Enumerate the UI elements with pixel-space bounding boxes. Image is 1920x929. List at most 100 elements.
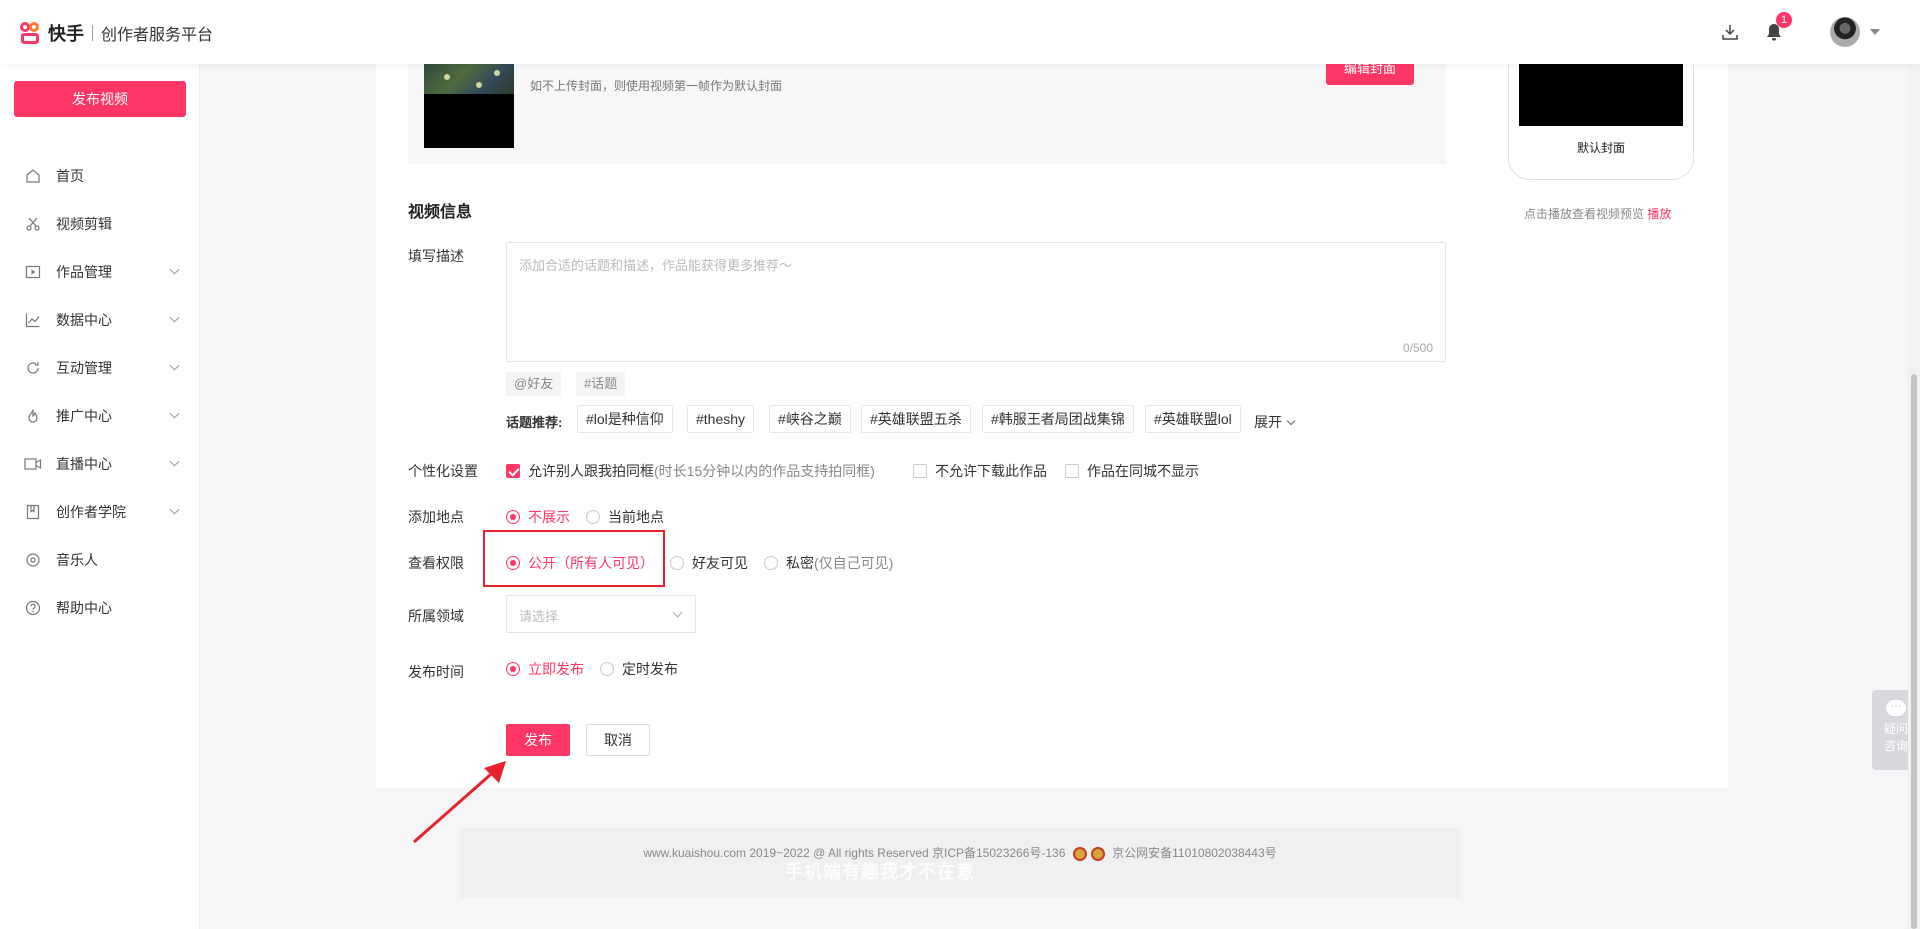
- sidebar-item-promotion[interactable]: 推广中心: [0, 392, 200, 440]
- publish-video-button[interactable]: 发布视频: [14, 81, 186, 117]
- bell-icon[interactable]: 1: [1758, 12, 1792, 48]
- sidebar-nav: 首页 视频剪辑 作品管理 数据中心 互动管理 推广中心 直播中心 创作者学院 音…: [0, 152, 200, 632]
- sidebar-item-help[interactable]: 帮助中心: [0, 584, 200, 632]
- radio[interactable]: [600, 662, 614, 676]
- music-disc-icon: [24, 551, 42, 569]
- sidebar-item-interaction[interactable]: 互动管理: [0, 344, 200, 392]
- chevron-down-icon: [169, 504, 180, 515]
- radio-selected[interactable]: [506, 510, 520, 524]
- camera-icon: [24, 455, 42, 473]
- location-current-label: 当前地点: [608, 509, 664, 525]
- sidebar-item-label: 帮助中心: [56, 600, 112, 616]
- chevron-down-icon[interactable]: [1870, 29, 1880, 35]
- recommended-topic-tag[interactable]: #英雄联盟五杀: [861, 405, 971, 433]
- cancel-button[interactable]: 取消: [586, 724, 650, 756]
- scrollbar-thumb[interactable]: [1911, 374, 1917, 929]
- play-box-icon: [24, 263, 42, 281]
- chevron-down-icon: [169, 456, 180, 467]
- publish-now-label: 立即发布: [528, 661, 584, 677]
- chevron-down-icon: [169, 264, 180, 275]
- game-screenshot: [424, 64, 514, 94]
- add-topic-button[interactable]: #话题: [576, 372, 626, 396]
- radio[interactable]: [586, 510, 600, 524]
- sidebar-item-academy[interactable]: 创作者学院: [0, 488, 200, 536]
- recommended-topic-tag[interactable]: #英雄联盟lol: [1145, 405, 1241, 433]
- recommended-topic-tag[interactable]: #峡谷之巅: [769, 405, 851, 433]
- preview-tip: 点击播放查看视频预览 播放: [1524, 205, 1671, 222]
- cover-thumbnail[interactable]: [424, 64, 514, 148]
- checkbox[interactable]: [1065, 464, 1079, 478]
- location-current-radio[interactable]: 当前地点: [586, 507, 664, 527]
- checkbox-checked[interactable]: [506, 464, 520, 478]
- sidebar: 发布视频 首页 视频剪辑 作品管理 数据中心 互动管理 推广中心 直播中心 创作…: [0, 64, 200, 929]
- sidebar-item-data[interactable]: 数据中心: [0, 296, 200, 344]
- chart-icon: [24, 311, 42, 329]
- sidebar-item-label: 首页: [56, 168, 84, 184]
- play-link[interactable]: 播放: [1647, 207, 1671, 221]
- download-icon[interactable]: [1714, 16, 1746, 48]
- chevron-down-icon: [672, 607, 683, 618]
- cover-tip: 如不上传封面，则使用视频第一帧作为默认封面: [530, 79, 783, 93]
- permission-private-label: 私密: [786, 555, 814, 571]
- chevron-down-icon: [169, 408, 180, 419]
- scheduled-publish-label: 定时发布: [622, 661, 678, 677]
- sidebar-item-works[interactable]: 作品管理: [0, 248, 200, 296]
- recommended-topic-tag[interactable]: #lol是种信仰: [577, 405, 673, 433]
- description-textarea[interactable]: 添加合适的话题和描述，作品能获得更多推荐～ 0/500: [506, 242, 1446, 362]
- sidebar-item-label: 作品管理: [56, 264, 112, 280]
- book-icon: [24, 503, 42, 521]
- permission-friends-radio[interactable]: 好友可见: [670, 553, 748, 573]
- location-label: 添加地点: [408, 509, 464, 525]
- hide-local-checkbox[interactable]: 作品在同城不显示: [1065, 461, 1199, 481]
- recommended-topic-tag[interactable]: #韩服王者局团战集锦: [982, 405, 1134, 433]
- disallow-download-checkbox[interactable]: 不允许下载此作品: [913, 461, 1047, 481]
- sidebar-item-video-edit[interactable]: 视频剪辑: [0, 200, 200, 248]
- section-title-video-info: 视频信息: [408, 204, 473, 221]
- domain-label: 所属领域: [408, 608, 464, 624]
- default-cover-label: 默认封面: [1576, 141, 1625, 155]
- chevron-down-icon: [169, 312, 180, 323]
- hide-local-label: 作品在同城不显示: [1087, 463, 1199, 479]
- top-header: 快手 创作者服务平台 1: [0, 0, 1920, 64]
- platform-name: 创作者服务平台: [101, 27, 214, 44]
- sidebar-item-label: 创作者学院: [56, 504, 126, 520]
- phone-preview: 默认封面: [1508, 52, 1694, 180]
- personal-settings-label: 个性化设置: [408, 463, 478, 479]
- sidebar-item-label: 互动管理: [56, 360, 112, 376]
- mention-friend-button[interactable]: @好友: [506, 372, 562, 396]
- header-actions: 1: [1702, 12, 1880, 48]
- domain-placeholder: 请选择: [519, 609, 559, 624]
- radio-selected[interactable]: [506, 662, 520, 676]
- permission-public-label: 公开（所有人可见）: [528, 555, 654, 571]
- kuaishou-logo[interactable]: 快手 创作者服务平台: [20, 20, 213, 46]
- recommended-topic-tag[interactable]: #theshy: [687, 405, 755, 433]
- avatar[interactable]: [1830, 17, 1860, 47]
- checkbox[interactable]: [913, 464, 927, 478]
- radio[interactable]: [764, 556, 778, 570]
- location-hide-radio[interactable]: 不展示: [506, 507, 570, 527]
- sidebar-item-label: 数据中心: [56, 312, 112, 328]
- allow-duet-checkbox[interactable]: 允许别人跟我拍同框 (时长15分钟以内的作品支持拍同框): [506, 461, 875, 481]
- page-scrollbar[interactable]: [1908, 64, 1920, 929]
- permission-private-radio[interactable]: 私密 (仅自己可见): [764, 553, 893, 573]
- sidebar-item-live[interactable]: 直播中心: [0, 440, 200, 488]
- description-counter: 0/500: [1402, 341, 1433, 355]
- expand-topics-button[interactable]: 展开: [1254, 412, 1296, 432]
- home-icon: [24, 167, 42, 185]
- preview-screen[interactable]: [1519, 64, 1683, 126]
- publish-now-radio[interactable]: 立即发布: [506, 659, 584, 679]
- scheduled-publish-radio[interactable]: 定时发布: [600, 659, 678, 679]
- radio-selected[interactable]: [506, 556, 520, 570]
- brand-name: 快手: [48, 24, 84, 44]
- sidebar-item-home[interactable]: 首页: [0, 152, 200, 200]
- permission-public-radio[interactable]: 公开（所有人可见）: [506, 553, 654, 573]
- notification-badge: 1: [1776, 12, 1792, 28]
- sidebar-item-label: 直播中心: [56, 456, 112, 472]
- topic-recommend-label: 话题推荐:: [506, 415, 563, 430]
- radio[interactable]: [670, 556, 684, 570]
- allow-duet-hint: (时长15分钟以内的作品支持拍同框): [654, 463, 875, 479]
- sidebar-item-musician[interactable]: 音乐人: [0, 536, 200, 584]
- chevron-down-icon: [169, 360, 180, 371]
- domain-select[interactable]: 请选择: [506, 595, 696, 633]
- scissors-icon: [24, 215, 42, 233]
